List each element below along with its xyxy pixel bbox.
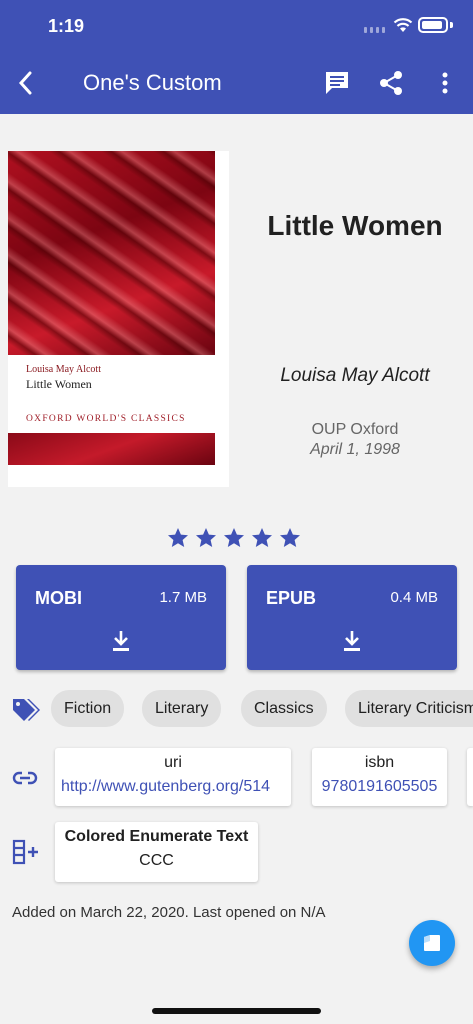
identifier-card-uri[interactable]: uri http://www.gutenberg.org/514 [55, 748, 291, 806]
star-icon [196, 528, 216, 547]
cover-art [8, 151, 215, 355]
download-epub-button[interactable]: EPUB 0.4 MB [247, 565, 457, 670]
download-size: 1.7 MB [159, 589, 207, 606]
identifier-key: uri [164, 754, 182, 771]
tag-chip-classics[interactable]: Classics [241, 690, 327, 727]
star-icon [280, 528, 300, 547]
cover-bottom-art [8, 433, 215, 465]
wifi-icon [393, 18, 413, 32]
back-arrow-icon[interactable] [12, 68, 42, 98]
book-cover[interactable]: Louisa May Alcott Little Women OXFORD WO… [8, 151, 229, 487]
custom-column-value: CCC [139, 852, 174, 869]
cover-publisher: OXFORD WORLD'S CLASSICS [26, 414, 186, 424]
star-icon [168, 528, 188, 547]
open-book-fab[interactable] [409, 920, 455, 966]
star-icon [224, 528, 244, 547]
book-date: April 1, 1998 [310, 441, 400, 458]
book-author[interactable]: Louisa May Alcott [240, 365, 470, 387]
star-icon [252, 528, 272, 547]
tag-chip-fiction[interactable]: Fiction [51, 690, 125, 727]
identifier-key: isbn [364, 754, 395, 771]
book-icon [424, 935, 440, 951]
cover-title: Little Women [26, 377, 92, 391]
cover-author: Louisa May Alcott [26, 364, 101, 375]
home-indicator[interactable] [152, 1008, 321, 1014]
download-size: 0.4 MB [390, 589, 438, 606]
download-mobi-button[interactable]: MOBI 1.7 MB [16, 565, 226, 670]
tags-icon [13, 699, 40, 721]
signal-icon [364, 27, 385, 33]
tag-chip-literary[interactable]: Literary [142, 690, 222, 727]
identifier-card-partial[interactable] [467, 748, 473, 806]
book-publisher: OUP Oxford [311, 421, 399, 438]
custom-column-card[interactable]: Colored Enumerate Text CCC [55, 822, 258, 882]
identifier-value[interactable]: http://www.gutenberg.org/514 [55, 778, 291, 796]
download-icon [113, 631, 129, 651]
custom-column-name: Colored Enumerate Text [64, 828, 249, 845]
download-format: EPUB [266, 588, 317, 608]
more-vert-icon[interactable] [430, 68, 460, 98]
status-time: 1:19 [48, 16, 85, 36]
added-info: Added on March 22, 2020. Last opened on … [12, 904, 326, 921]
link-icon [12, 771, 38, 785]
tag-chip-literary-criticism[interactable]: Literary Criticism [345, 690, 473, 727]
book-title: Little Women [267, 210, 443, 241]
rating-stars[interactable] [166, 526, 302, 550]
app-bar: One's Custom [0, 52, 473, 114]
share-icon[interactable] [376, 68, 406, 98]
identifier-value[interactable]: 9780191605505 [312, 778, 447, 796]
page-title: One's Custom [83, 70, 222, 95]
identifier-card-isbn[interactable]: isbn 9780191605505 [312, 748, 447, 806]
battery-icon [418, 17, 448, 33]
download-format: MOBI [35, 588, 82, 608]
status-bar: 1:19 [0, 0, 473, 52]
comment-icon[interactable] [322, 68, 352, 98]
download-icon [344, 631, 360, 651]
column-add-icon [12, 839, 38, 865]
battery-tip [450, 22, 453, 28]
